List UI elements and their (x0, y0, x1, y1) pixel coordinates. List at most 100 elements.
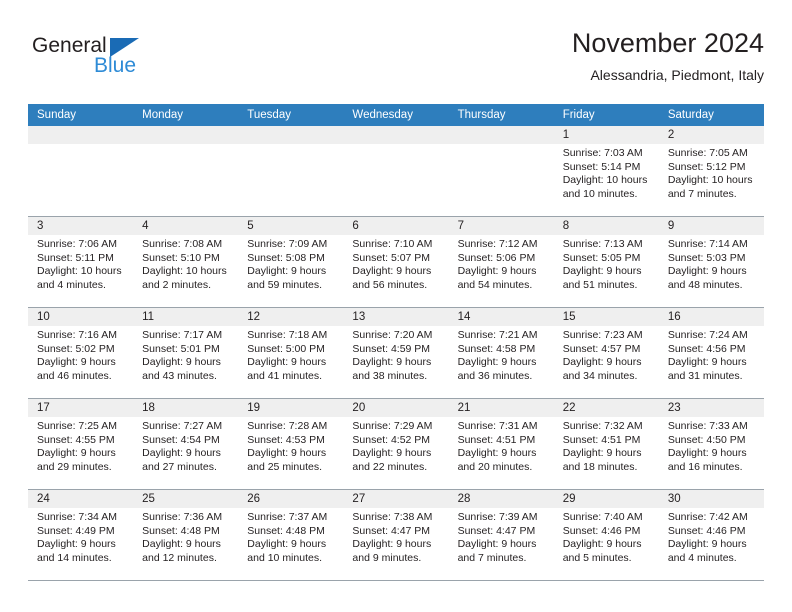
sunrise-text: Sunrise: 7:09 AM (247, 238, 328, 250)
calendar-day-cell[interactable]: 6 Sunrise: 7:10 AM Sunset: 5:07 PM Dayli… (343, 217, 449, 307)
day-number: 30 (658, 490, 764, 508)
calendar-day-cell[interactable]: 9 Sunrise: 7:14 AM Sunset: 5:03 PM Dayli… (658, 217, 764, 307)
sunrise-text: Sunrise: 7:42 AM (667, 511, 748, 523)
day-info (238, 144, 343, 147)
daylight-text: Daylight: 9 hours and 14 minutes. (37, 538, 116, 564)
calendar-day-cell[interactable]: 22 Sunrise: 7:32 AM Sunset: 4:51 PM Dayl… (553, 399, 659, 489)
weekday-wednesday: Wednesday (352, 109, 413, 121)
calendar-day-cell[interactable]: 23 Sunrise: 7:33 AM Sunset: 4:50 PM Dayl… (658, 399, 764, 489)
sunset-text: Sunset: 5:11 PM (37, 251, 114, 264)
sunset-text: Sunset: 5:03 PM (667, 251, 746, 264)
daylight-text: Daylight: 9 hours and 22 minutes. (352, 447, 432, 473)
day-number: 13 (343, 308, 449, 326)
calendar-day-cell[interactable]: 29 Sunrise: 7:40 AM Sunset: 4:46 PM Dayl… (553, 490, 659, 580)
calendar-day-cell[interactable] (343, 126, 449, 216)
day-info: Sunrise: 7:42 AM Sunset: 4:46 PM Dayligh… (659, 508, 764, 565)
daylight-text: Daylight: 9 hours and 10 minutes. (247, 538, 327, 564)
calendar-day-cell[interactable]: 26 Sunrise: 7:37 AM Sunset: 4:48 PM Dayl… (238, 490, 344, 580)
sunrise-text: Sunrise: 7:03 AM (562, 147, 643, 159)
day-number: 17 (28, 399, 134, 417)
sunrise-text: Sunrise: 7:39 AM (457, 511, 538, 523)
calendar-day-cell[interactable]: 18 Sunrise: 7:27 AM Sunset: 4:54 PM Dayl… (133, 399, 239, 489)
day-info: Sunrise: 7:08 AM Sunset: 5:10 PM Dayligh… (133, 235, 238, 292)
day-number (238, 126, 344, 144)
day-info: Sunrise: 7:33 AM Sunset: 4:50 PM Dayligh… (659, 417, 764, 474)
day-info: Sunrise: 7:05 AM Sunset: 5:12 PM Dayligh… (659, 144, 764, 201)
daylight-text: Daylight: 9 hours and 36 minutes. (457, 356, 537, 382)
calendar-day-cell[interactable]: 4 Sunrise: 7:08 AM Sunset: 5:10 PM Dayli… (133, 217, 239, 307)
day-info: Sunrise: 7:24 AM Sunset: 4:56 PM Dayligh… (659, 326, 764, 383)
day-info: Sunrise: 7:18 AM Sunset: 5:00 PM Dayligh… (238, 326, 343, 383)
daylight-text: Daylight: 9 hours and 27 minutes. (142, 447, 221, 473)
calendar-day-cell[interactable] (448, 126, 554, 216)
sunset-text: Sunset: 5:00 PM (247, 342, 325, 355)
day-info: Sunrise: 7:29 AM Sunset: 4:52 PM Dayligh… (343, 417, 448, 474)
day-number: 4 (133, 217, 239, 235)
sunrise-text: Sunrise: 7:33 AM (667, 420, 748, 432)
calendar-day-cell[interactable] (133, 126, 239, 216)
calendar-day-cell[interactable] (28, 126, 134, 216)
day-info: Sunrise: 7:37 AM Sunset: 4:48 PM Dayligh… (238, 508, 343, 565)
calendar-day-cell[interactable]: 2 Sunrise: 7:05 AM Sunset: 5:12 PM Dayli… (658, 126, 764, 216)
day-info: Sunrise: 7:39 AM Sunset: 4:47 PM Dayligh… (449, 508, 554, 565)
day-number: 18 (133, 399, 239, 417)
calendar-day-cell[interactable]: 10 Sunrise: 7:16 AM Sunset: 5:02 PM Dayl… (28, 308, 134, 398)
calendar-day-cell[interactable]: 3 Sunrise: 7:06 AM Sunset: 5:11 PM Dayli… (28, 217, 134, 307)
day-number: 24 (28, 490, 134, 508)
title-block: November 2024 Alessandria, Piedmont, Ita… (572, 26, 764, 86)
calendar-day-cell[interactable]: 12 Sunrise: 7:18 AM Sunset: 5:00 PM Dayl… (238, 308, 344, 398)
sunset-text: Sunset: 4:49 PM (37, 524, 115, 537)
day-info: Sunrise: 7:23 AM Sunset: 4:57 PM Dayligh… (554, 326, 659, 383)
sunset-text: Sunset: 4:51 PM (562, 433, 641, 446)
daylight-text: Daylight: 9 hours and 48 minutes. (667, 265, 747, 291)
daylight-text: Daylight: 10 hours and 7 minutes. (667, 174, 753, 200)
calendar-day-cell[interactable]: 19 Sunrise: 7:28 AM Sunset: 4:53 PM Dayl… (238, 399, 344, 489)
calendar-day-cell[interactable]: 14 Sunrise: 7:21 AM Sunset: 4:58 PM Dayl… (448, 308, 554, 398)
day-number: 3 (28, 217, 134, 235)
calendar-day-cell[interactable] (238, 126, 344, 216)
calendar-week-row: 17 Sunrise: 7:25 AM Sunset: 4:55 PM Dayl… (28, 398, 764, 489)
sunset-text: Sunset: 4:48 PM (142, 524, 220, 537)
page-header: General Blue November 2024 Alessandria, … (28, 26, 764, 98)
calendar-day-cell[interactable]: 20 Sunrise: 7:29 AM Sunset: 4:52 PM Dayl… (343, 399, 449, 489)
daylight-text: Daylight: 9 hours and 46 minutes. (37, 356, 116, 382)
calendar-day-cell[interactable]: 21 Sunrise: 7:31 AM Sunset: 4:51 PM Dayl… (448, 399, 554, 489)
calendar-day-cell[interactable]: 27 Sunrise: 7:38 AM Sunset: 4:47 PM Dayl… (343, 490, 449, 580)
calendar-day-cell[interactable]: 24 Sunrise: 7:34 AM Sunset: 4:49 PM Dayl… (28, 490, 134, 580)
day-info: Sunrise: 7:40 AM Sunset: 4:46 PM Dayligh… (554, 508, 659, 565)
calendar-page: General Blue November 2024 Alessandria, … (0, 0, 792, 612)
calendar-day-cell[interactable]: 17 Sunrise: 7:25 AM Sunset: 4:55 PM Dayl… (28, 399, 134, 489)
day-info (449, 144, 554, 147)
day-number: 21 (448, 399, 554, 417)
calendar-day-cell[interactable]: 28 Sunrise: 7:39 AM Sunset: 4:47 PM Dayl… (448, 490, 554, 580)
calendar-day-cell[interactable]: 30 Sunrise: 7:42 AM Sunset: 4:46 PM Dayl… (658, 490, 764, 580)
daylight-text: Daylight: 9 hours and 34 minutes. (562, 356, 642, 382)
day-number (28, 126, 134, 144)
calendar-day-cell[interactable]: 5 Sunrise: 7:09 AM Sunset: 5:08 PM Dayli… (238, 217, 344, 307)
page-title: November 2024 (571, 28, 764, 58)
calendar-day-cell[interactable]: 7 Sunrise: 7:12 AM Sunset: 5:06 PM Dayli… (448, 217, 554, 307)
sunrise-text: Sunrise: 7:14 AM (667, 238, 748, 250)
sunset-text: Sunset: 5:14 PM (562, 160, 641, 173)
sunrise-text: Sunrise: 7:12 AM (457, 238, 538, 250)
day-number (133, 126, 239, 144)
daylight-text: Daylight: 9 hours and 38 minutes. (352, 356, 432, 382)
sunset-text: Sunset: 5:01 PM (142, 342, 220, 355)
daylight-text: Daylight: 9 hours and 25 minutes. (247, 447, 327, 473)
calendar-day-cell[interactable]: 11 Sunrise: 7:17 AM Sunset: 5:01 PM Dayl… (133, 308, 239, 398)
sunset-text: Sunset: 4:50 PM (667, 433, 746, 446)
weekday-header-row: Sunday Monday Tuesday Wednesday Thursday… (28, 104, 764, 126)
calendar-day-cell[interactable]: 8 Sunrise: 7:13 AM Sunset: 5:05 PM Dayli… (553, 217, 659, 307)
calendar-day-cell[interactable]: 16 Sunrise: 7:24 AM Sunset: 4:56 PM Dayl… (658, 308, 764, 398)
calendar-day-cell[interactable]: 13 Sunrise: 7:20 AM Sunset: 4:59 PM Dayl… (343, 308, 449, 398)
calendar-day-cell[interactable]: 1 Sunrise: 7:03 AM Sunset: 5:14 PM Dayli… (553, 126, 659, 216)
day-number: 8 (553, 217, 659, 235)
day-number (448, 126, 554, 144)
sunrise-text: Sunrise: 7:37 AM (247, 511, 328, 523)
weekday-friday: Friday (562, 109, 595, 121)
calendar-day-cell[interactable]: 15 Sunrise: 7:23 AM Sunset: 4:57 PM Dayl… (553, 308, 659, 398)
daylight-text: Daylight: 9 hours and 7 minutes. (457, 538, 537, 564)
day-number: 16 (658, 308, 764, 326)
day-info: Sunrise: 7:32 AM Sunset: 4:51 PM Dayligh… (554, 417, 659, 474)
calendar-day-cell[interactable]: 25 Sunrise: 7:36 AM Sunset: 4:48 PM Dayl… (133, 490, 239, 580)
